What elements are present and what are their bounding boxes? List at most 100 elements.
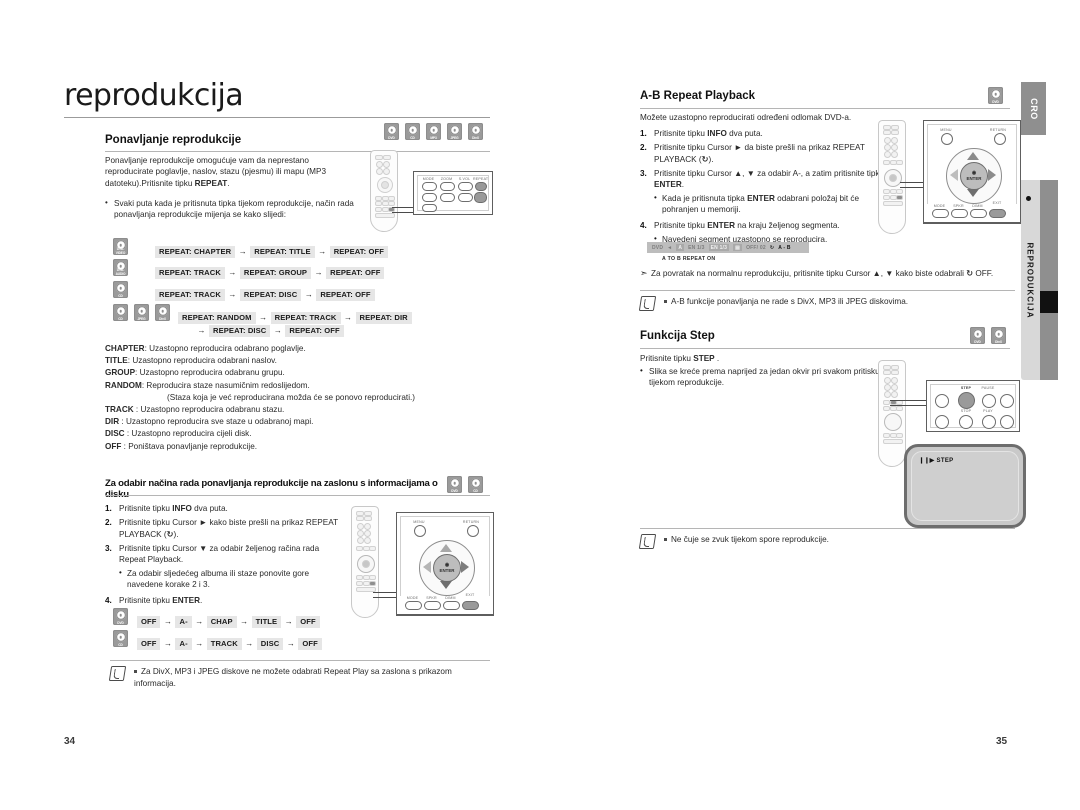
repeat-sequence-4b: → REPEAT: DISC → REPEAT: OFF	[194, 320, 344, 338]
disc-icon-cd-s2: CD	[468, 476, 483, 493]
step-item: 1. Pritisnite tipku INFO dva puta.	[640, 129, 763, 138]
disc-icons-section1: DVD CD MP3 JPEG DivX	[384, 123, 486, 140]
osd-angle-box: EN 1/3	[708, 244, 730, 251]
remote-callout-info-row: MODE SPKR DIMM INFO	[396, 596, 494, 615]
section-heading-ponavljanje: Ponavljanje reprodukcije	[105, 134, 242, 146]
seq5-item-1: OFF	[137, 615, 161, 628]
disc-icon-cd: CD	[405, 123, 420, 140]
ab-intro: Možete uzastopno reproducirati određeni …	[640, 113, 852, 122]
disc-icon-dvd-video: DVD-VIDEO	[113, 238, 128, 255]
side-strip-marker	[1040, 291, 1058, 313]
repeat-cycle-icon-tip: ↻	[966, 268, 974, 278]
step-substep: • Kada je pritisnuta tipka ENTER odabran…	[654, 193, 860, 215]
repeat-sequence-2: REPEAT: TRACK → REPEAT: GROUP → REPEAT: OFF	[155, 262, 385, 280]
seq1-item-2: REPEAT: TITLE	[250, 245, 315, 258]
seq4-item-3: REPEAT: DIR	[355, 311, 412, 324]
osd-off-chapter: OFF/ 02	[746, 244, 766, 251]
ab-sequence-cd: OFF → A- → TRACK → DISC → OFF	[137, 633, 322, 651]
note-pencil-icon	[108, 666, 127, 681]
ab-sequence-dvd: OFF → A- → CHAP → TITLE → OFF	[137, 611, 320, 629]
section-heading-funkcija-step: Funkcija Step	[640, 330, 715, 342]
disc-icon-dvd-ab: DVD	[988, 87, 1003, 104]
disc-icon-jpeg: JPEG	[447, 123, 462, 140]
osd-audio: EN 1/3	[688, 244, 705, 251]
osd-sub-icon: ▤	[733, 244, 743, 251]
seq1-item-1: REPEAT: CHAPTER	[155, 245, 236, 258]
seq5-item-3: CHAP	[206, 615, 237, 628]
left-page: reprodukcija Ponavljanje reprodukcije DV…	[0, 0, 540, 810]
section2-divider	[105, 495, 490, 496]
bullet-dot: •	[105, 198, 108, 207]
definition-title: TITLE: Uzastopno reproducira odabrani na…	[105, 356, 277, 366]
disc-icon-divx-step: DivX	[991, 327, 1006, 344]
seq3-item-2: REPEAT: DISC	[239, 288, 302, 301]
repeat-cycle-icon: ↻	[701, 153, 709, 164]
definition-chapter: CHAPTER: Uzastopno reproducira odabrano …	[105, 344, 306, 353]
seq6-item-1: OFF	[137, 637, 161, 650]
seq2-item-1: REPEAT: TRACK	[155, 266, 225, 279]
note-bullet	[664, 537, 667, 541]
remote-callout-ab-info-row: MODE SPKR DIMM INFO	[923, 204, 1021, 223]
seq6-item-3: TRACK	[206, 637, 242, 650]
disc-icon-divx: DivX	[468, 123, 483, 140]
remote-illustration-step	[878, 360, 906, 467]
tv-screen-illustration: ❙❙▶ STEP	[904, 444, 1026, 528]
seq2-item-3: REPEAT: OFF	[326, 266, 385, 279]
seq5-item-5: OFF	[296, 615, 320, 628]
seq4-disc-icons: CD JPEG DivX	[113, 304, 173, 321]
repeat-mode-definitions: CHAPTER: Uzastopno reproducira odabrano …	[105, 343, 475, 453]
repeat-cycle-icon: ↻	[166, 528, 174, 539]
note-pencil-icon	[638, 534, 657, 549]
side-strip-dark	[1040, 180, 1058, 380]
step-bullet-text: Slika se kreće prema naprijed za jedan o…	[649, 367, 900, 388]
page-number-right: 35	[996, 736, 1008, 747]
right-page: A-B Repeat Playback DVD Možete uzastopno…	[540, 0, 1080, 810]
note-bullet	[134, 669, 137, 673]
disc-icon-dvd-s2b: DVD	[113, 608, 128, 625]
osd-status-bar: DVD ◄ A EN 1/3 EN 1/3 ▤ OFF/ 02 ↻ A - B	[647, 242, 809, 253]
step-item: 3. Pritisnite tipku Cursor ▲, ▼ za odabi…	[640, 168, 885, 190]
seq3-item-3: REPEAT: OFF	[316, 288, 375, 301]
seq1-item-3: REPEAT: OFF	[329, 245, 389, 258]
disc-icons-section2: DVD CD	[447, 476, 486, 493]
note-text-wrap: Ne čuje se zvuk tijekom spore reprodukci…	[664, 529, 1015, 546]
seq5-item-2: A-	[175, 615, 192, 628]
note-bullet	[664, 299, 667, 303]
section1-divider	[105, 151, 490, 152]
seq2-disc-icons: DVD-AUDIO	[113, 259, 131, 276]
seq6-disc-icons: CD	[113, 630, 131, 647]
ab-tip-text: Za povratak na normalnu reprodukciju, pr…	[651, 268, 994, 278]
definition-disc: DISC : Uzastopno reproducira cijeli disk…	[105, 429, 252, 439]
disc-icon-cd-2: CD	[113, 304, 128, 321]
disc-icons-ab: DVD	[988, 87, 1006, 104]
section-heading-ab-repeat: A-B Repeat Playback	[640, 90, 756, 102]
osd-prev-icon: ◄	[667, 244, 673, 251]
ab-steps: 1. Pritisnite tipku INFO dva puta. 2. Pr…	[640, 128, 890, 245]
title-divider	[64, 117, 490, 118]
disc-icon-dvd-audio: DVD-AUDIO	[113, 259, 128, 276]
osd-disc-label: DVD	[652, 244, 664, 251]
page-number-left: 34	[64, 736, 76, 747]
osd-caption: A TO B REPEAT ON	[662, 256, 716, 262]
seq6-item-2: A-	[175, 637, 192, 650]
step-bullet: • Slika se kreće prema naprijed za jedan…	[640, 366, 905, 389]
seq4-item-5: REPEAT: OFF	[285, 324, 344, 337]
definition-random-sub: (Staza koja je već reproducirana možda ć…	[167, 392, 416, 402]
disc-icon-cd-1: CD	[113, 281, 128, 298]
section1-bullet: • Svaki puta kada je pritisnuta tipka ti…	[105, 198, 355, 221]
remote-illustration-repeat	[370, 150, 398, 232]
step-item: 1. Pritisnite tipku INFO dva puta.	[105, 504, 228, 513]
page-title: reprodukcija	[64, 78, 244, 113]
remote-illustration-cursor	[351, 506, 379, 618]
disc-icon-cd-s2b: CD	[113, 630, 128, 647]
seq1-disc-icons: DVD-VIDEO	[113, 238, 131, 255]
seq3-item-1: REPEAT: TRACK	[155, 288, 225, 301]
note-text-wrap: Za DivX, MP3 i JPEG diskove ne možete od…	[134, 661, 490, 689]
tv-osd-label: ❙❙▶ STEP	[919, 458, 954, 464]
seq3-disc-icons: CD	[113, 281, 131, 298]
ab-tip: ➣ Za povratak na normalnu reprodukciju, …	[640, 268, 1015, 279]
section-heading-za-odabir: Za odabir načina rada ponavljanja reprod…	[105, 478, 438, 500]
repeat-key-label: REPEAT	[194, 178, 228, 188]
remote-callout-repeat: MODE ZOOM S.VOL REPEAT	[413, 171, 493, 215]
remote-illustration-ab	[878, 120, 906, 234]
